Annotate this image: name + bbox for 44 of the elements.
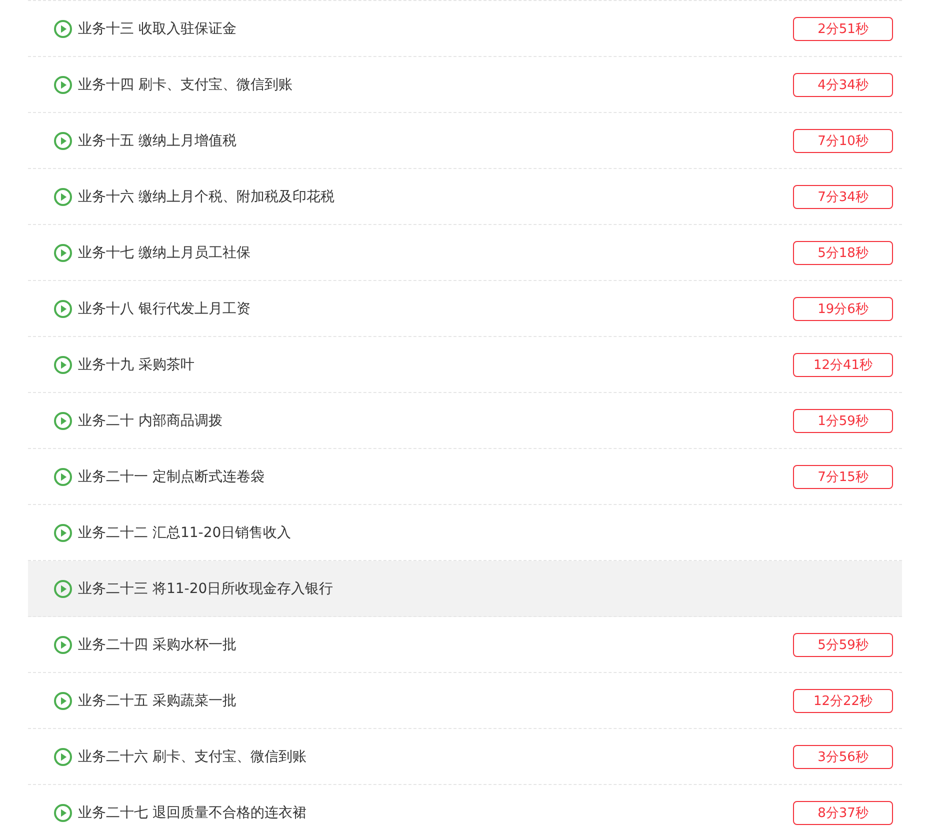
lesson-title: 业务二十四 采购水杯一批 xyxy=(78,636,238,654)
lesson-title: 业务十六 缴纳上月个税、附加税及印花税 xyxy=(78,188,336,206)
duration-badge: 3分56秒 xyxy=(793,744,893,768)
lesson-row[interactable]: 业务二十三 将11-20日所收现金存入银行 xyxy=(28,561,902,617)
play-icon xyxy=(54,804,72,822)
play-icon xyxy=(54,580,72,598)
play-icon xyxy=(54,76,72,94)
lesson-title: 业务十九 采购茶叶 xyxy=(78,356,196,374)
lesson-title: 业务十五 缴纳上月增值税 xyxy=(78,132,238,150)
duration-badge: 7分34秒 xyxy=(793,184,893,208)
duration-badge: 2分51秒 xyxy=(793,16,893,40)
duration-badge: 8分37秒 xyxy=(793,800,893,824)
play-icon xyxy=(54,748,72,766)
lesson-title: 业务二十五 采购蔬菜一批 xyxy=(78,692,238,710)
play-icon xyxy=(54,692,72,710)
play-icon xyxy=(54,356,72,374)
duration-badge: 12分41秒 xyxy=(793,352,893,376)
play-icon xyxy=(54,244,72,262)
play-icon xyxy=(54,20,72,38)
lesson-title: 业务二十 内部商品调拨 xyxy=(78,412,224,430)
duration-badge: 19分6秒 xyxy=(793,296,893,320)
lesson-title: 业务二十三 将11-20日所收现金存入银行 xyxy=(78,580,334,598)
lesson-title: 业务十七 缴纳上月员工社保 xyxy=(78,244,252,262)
lesson-title: 业务十三 收取入驻保证金 xyxy=(78,20,238,38)
lesson-title: 业务二十二 汇总11-20日销售收入 xyxy=(78,524,292,542)
lesson-title: 业务二十一 定制点断式连卷袋 xyxy=(78,468,266,486)
duration-badge: 5分18秒 xyxy=(793,240,893,264)
lesson-title: 业务十四 刷卡、支付宝、微信到账 xyxy=(78,76,294,94)
duration-badge: 7分15秒 xyxy=(793,464,893,488)
play-icon xyxy=(54,524,72,542)
play-icon xyxy=(54,188,72,206)
play-icon xyxy=(54,468,72,486)
lesson-title: 业务二十六 刷卡、支付宝、微信到账 xyxy=(78,748,308,766)
play-icon xyxy=(54,412,72,430)
play-icon xyxy=(54,132,72,150)
lesson-title: 业务二十七 退回质量不合格的连衣裙 xyxy=(78,804,308,822)
duration-badge: 4分34秒 xyxy=(793,72,893,96)
play-icon xyxy=(54,636,72,654)
duration-badge: 5分59秒 xyxy=(793,632,893,656)
play-icon xyxy=(54,300,72,318)
duration-badge: 7分10秒 xyxy=(793,128,893,152)
duration-badge: 12分22秒 xyxy=(793,688,893,712)
duration-badge: 1分59秒 xyxy=(793,408,893,432)
lesson-title: 业务十八 银行代发上月工资 xyxy=(78,300,252,318)
